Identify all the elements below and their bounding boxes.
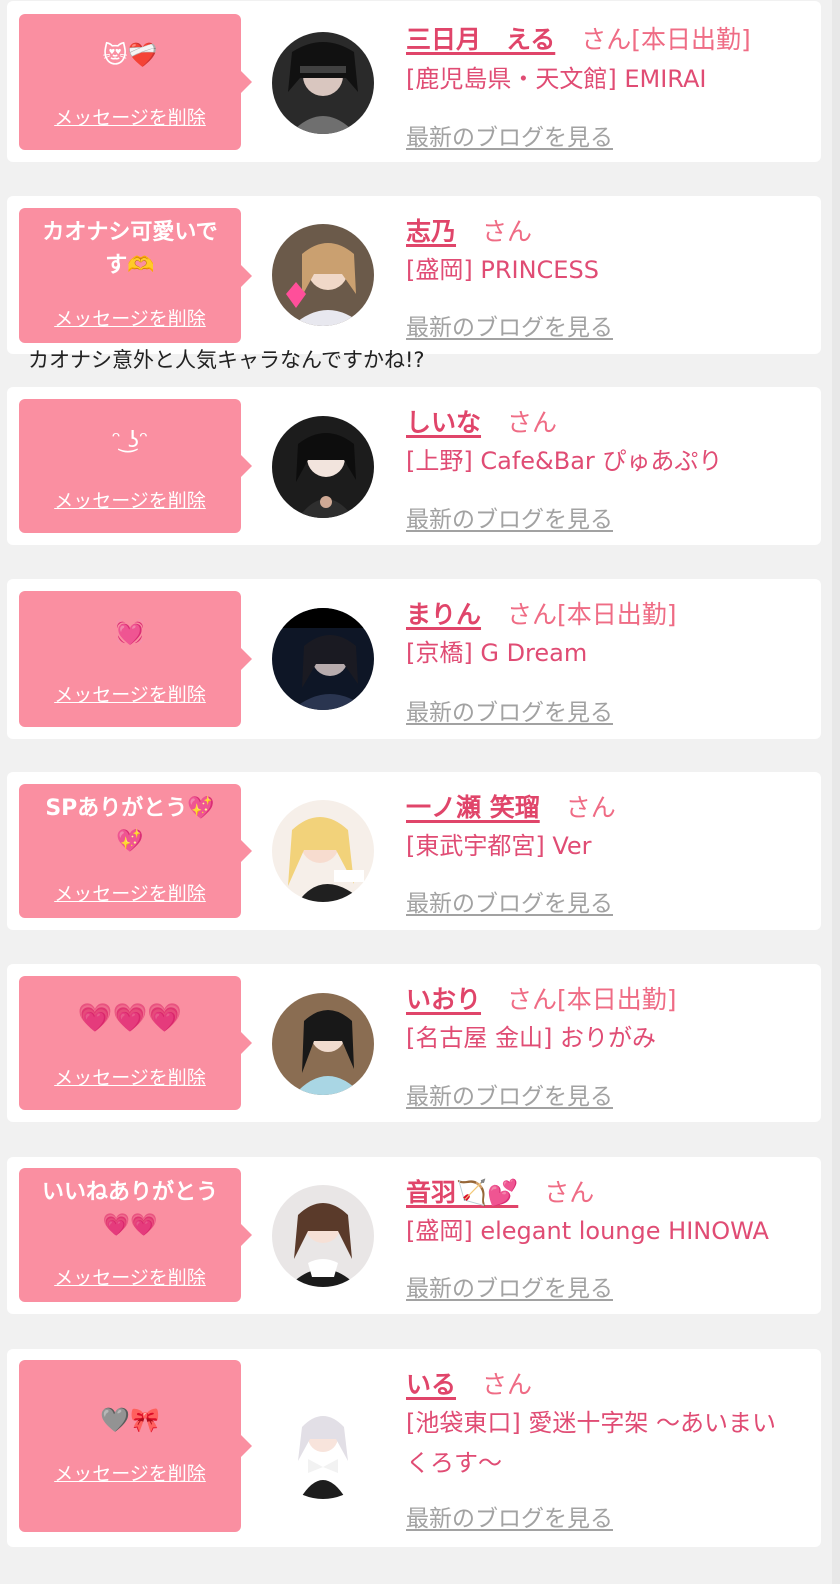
message-text: 😻❤️‍🩹 <box>102 41 158 69</box>
message-list: 😻❤️‍🩹 メッセージを削除 三日月 える さん[本日出勤] [鹿児島県・天文館]… <box>0 0 840 1584</box>
avatar[interactable] <box>272 224 374 326</box>
cast-name-link[interactable]: いる <box>406 1370 456 1399</box>
avatar[interactable] <box>272 416 374 518</box>
shop-label: [上野] Cafe&Bar ぴゅあぷり <box>406 447 723 475</box>
delete-message-link[interactable]: メッセージを削除 <box>19 680 241 707</box>
name-row: しいな さん <box>406 403 557 439</box>
message-text: 💓 <box>115 618 145 646</box>
cast-name-link[interactable]: 音羽🏹💕 <box>406 1178 518 1207</box>
message-bubble: いいねありがとう 💗💗 メッセージを削除 <box>19 1168 252 1302</box>
avatar[interactable] <box>272 1185 374 1287</box>
message-text: ᵔ ͜ʖᵔ <box>111 428 149 453</box>
shop-label: [池袋東口] 愛迷十字架 ～あいまいくろす～ <box>406 1409 776 1477</box>
shop-label: [鹿児島県・天文館] EMIRAI <box>406 65 707 93</box>
message-card: いいねありがとう 💗💗 メッセージを削除 音羽🏹💕 さん [盛岡] elegant… <box>7 1157 821 1314</box>
message-bubble: 😻❤️‍🩹 メッセージを削除 <box>19 14 252 150</box>
message-bubble: カオナシ可愛いで す🫶 メッセージを削除 <box>19 208 252 343</box>
cast-info: いおり さん[本日出勤] [名古屋 金山] おりがみ 最新のブログを見る <box>406 964 801 1122</box>
name-row: まりん さん[本日出勤] <box>406 595 677 631</box>
avatar[interactable] <box>272 608 374 710</box>
delete-message-link[interactable]: メッセージを削除 <box>19 1459 241 1486</box>
blog-link[interactable]: 最新のブログを見る <box>406 1499 613 1533</box>
cast-info: いる さん [池袋東口] 愛迷十字架 ～あいまいくろす～ 最新のブログを見る <box>406 1349 801 1547</box>
scrollbar-track <box>832 0 840 1584</box>
blog-link[interactable]: 最新のブログを見る <box>406 500 613 534</box>
delete-message-link[interactable]: メッセージを削除 <box>19 879 241 906</box>
message-card: SPありがとう💖 💖 メッセージを削除 一ノ瀬 笑瑠 さん [東武宇都宮] Ver… <box>7 772 821 930</box>
blog-link[interactable]: 最新のブログを見る <box>406 884 613 918</box>
message-text: SPありがとう💖 💖 <box>45 796 215 854</box>
message-text: 🩶🎀 <box>100 1406 160 1434</box>
name-row: いる さん <box>406 1365 532 1401</box>
message-card: ᵔ ͜ʖᵔ メッセージを削除 しいな さん [上野] Cafe&Bar ぴゅあぷり… <box>7 387 821 545</box>
blog-link[interactable]: 最新のブログを見る <box>406 1077 613 1111</box>
cast-info: 一ノ瀬 笑瑠 さん [東武宇都宮] Ver 最新のブログを見る <box>406 772 801 930</box>
name-suffix: さん <box>482 1370 533 1399</box>
message-bubble: 💗💗💗 メッセージを削除 <box>19 976 252 1110</box>
cast-info: 三日月 える さん[本日出勤] [鹿児島県・天文館] EMIRAI 最新のブログを… <box>406 1 801 162</box>
cast-name-link[interactable]: 一ノ瀬 笑瑠 <box>406 793 540 822</box>
delete-message-link[interactable]: メッセージを削除 <box>19 304 241 331</box>
blog-link[interactable]: 最新のブログを見る <box>406 1269 613 1303</box>
shop-label: [名古屋 金山] おりがみ <box>406 1024 656 1052</box>
message-card: 💗💗💗 メッセージを削除 いおり さん[本日出勤] [名古屋 金山] おりがみ 最… <box>7 964 821 1122</box>
shop-label: [京橋] G Dream <box>406 639 588 667</box>
cast-name-link[interactable]: 三日月 える <box>406 25 555 54</box>
name-suffix: さん[本日出勤] <box>507 985 677 1014</box>
name-suffix: さん <box>565 793 616 822</box>
name-suffix: さん <box>544 1178 595 1207</box>
name-row: 志乃 さん <box>406 212 532 248</box>
message-card: 😻❤️‍🩹 メッセージを削除 三日月 える さん[本日出勤] [鹿児島県・天文館]… <box>7 1 821 162</box>
message-text: カオナシ可愛いで す🫶 <box>42 220 218 278</box>
avatar[interactable] <box>272 800 374 902</box>
name-row: 三日月 える さん[本日出勤] <box>406 20 751 56</box>
blog-link[interactable]: 最新のブログを見る <box>406 118 613 152</box>
avatar[interactable] <box>272 32 374 134</box>
message-bubble: 💓 メッセージを削除 <box>19 591 252 727</box>
cast-info: 志乃 さん [盛岡] PRINCESS 最新のブログを見る <box>406 196 801 354</box>
cast-info: まりん さん[本日出勤] [京橋] G Dream 最新のブログを見る <box>406 579 801 739</box>
name-suffix: さん <box>507 408 558 437</box>
message-card: 🩶🎀 メッセージを削除 いる さん [池袋東口] 愛迷十字架 ～あいまいくろす～ … <box>7 1349 821 1547</box>
name-suffix: さん[本日出勤] <box>507 600 677 629</box>
avatar[interactable] <box>272 993 374 1095</box>
delete-message-link[interactable]: メッセージを削除 <box>19 1063 241 1090</box>
blog-link[interactable]: 最新のブログを見る <box>406 308 613 342</box>
message-bubble: ᵔ ͜ʖᵔ メッセージを削除 <box>19 399 252 533</box>
cast-info: しいな さん [上野] Cafe&Bar ぴゅあぷり 最新のブログを見る <box>406 387 801 545</box>
cast-name-link[interactable]: しいな <box>406 408 481 437</box>
name-suffix: さん <box>482 217 533 246</box>
name-row: 音羽🏹💕 さん <box>406 1173 594 1209</box>
shop-label: [東武宇都宮] Ver <box>406 832 592 860</box>
message-text: いいねありがとう 💗💗 <box>41 1180 218 1238</box>
blog-link[interactable]: 最新のブログを見る <box>406 693 613 727</box>
name-suffix: さん[本日出勤] <box>581 25 751 54</box>
shop-label: [盛岡] elegant lounge HINOWA <box>406 1217 769 1245</box>
delete-message-link[interactable]: メッセージを削除 <box>19 486 241 513</box>
cast-name-link[interactable]: いおり <box>406 985 481 1014</box>
avatar[interactable] <box>272 1397 374 1499</box>
comment-text: カオナシ意外と人気キャラなんですかね!? <box>28 348 425 372</box>
delete-message-link[interactable]: メッセージを削除 <box>19 1263 241 1290</box>
cast-name-link[interactable]: 志乃 <box>406 217 456 246</box>
message-bubble: SPありがとう💖 💖 メッセージを削除 <box>19 784 252 918</box>
shop-label: [盛岡] PRINCESS <box>406 256 599 284</box>
delete-message-link[interactable]: メッセージを削除 <box>19 103 241 130</box>
name-row: 一ノ瀬 笑瑠 さん <box>406 788 616 824</box>
message-card: 💓 メッセージを削除 まりん さん[本日出勤] [京橋] G Dream 最新のブ… <box>7 579 821 739</box>
name-row: いおり さん[本日出勤] <box>406 980 677 1016</box>
message-card: カオナシ可愛いで す🫶 メッセージを削除 志乃 さん [盛岡] PRINCESS … <box>7 196 821 354</box>
cast-name-link[interactable]: まりん <box>406 600 481 629</box>
message-bubble: 🩶🎀 メッセージを削除 <box>19 1360 252 1532</box>
message-text: 💗💗💗 <box>77 1001 183 1034</box>
cast-info: 音羽🏹💕 さん [盛岡] elegant lounge HINOWA 最新のブログ… <box>406 1157 801 1314</box>
